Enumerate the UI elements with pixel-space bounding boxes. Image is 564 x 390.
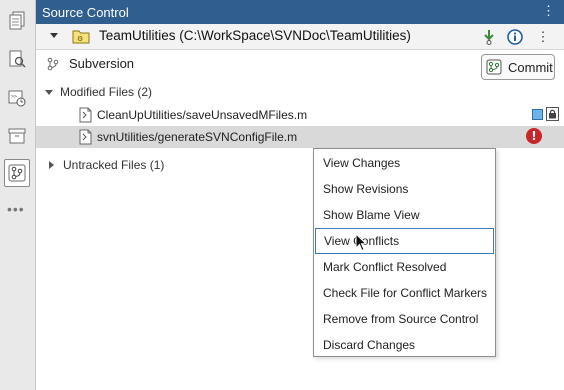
svg-text:>>: >>	[11, 94, 17, 100]
file-row[interactable]: svnUtilities/generateSVNConfigFile.m !	[36, 126, 564, 148]
expand-caret-icon[interactable]	[49, 161, 54, 169]
commit-icon	[486, 59, 502, 75]
menu-item-remove-from-source-control[interactable]: Remove from Source Control	[314, 306, 495, 332]
info-icon[interactable]	[505, 27, 525, 47]
panel-menu-icon[interactable]: ⋮	[542, 4, 555, 18]
vcs-label: Subversion	[69, 56, 135, 71]
branch-icon	[46, 57, 60, 74]
menu-item-mark-conflict-resolved[interactable]: Mark Conflict Resolved	[314, 254, 495, 280]
menu-item-view-changes[interactable]: View Changes	[314, 150, 495, 176]
modified-files-label: Modified Files (2)	[60, 85, 153, 99]
expand-caret-icon[interactable]	[45, 90, 53, 95]
files-icon[interactable]	[4, 6, 30, 34]
menu-item-check-conflict-markers[interactable]: Check File for Conflict Markers	[314, 280, 495, 306]
conflict-status-icon: !	[526, 128, 542, 144]
more-icon[interactable]: •••	[7, 201, 25, 217]
lock-icon[interactable]	[546, 107, 559, 121]
menu-item-discard-changes[interactable]: Discard Changes	[314, 332, 495, 358]
find-files-icon[interactable]	[4, 45, 30, 73]
folder-icon: ⚙	[72, 29, 90, 47]
mfile-icon	[79, 129, 92, 148]
update-icon[interactable]	[479, 27, 499, 47]
menu-item-show-blame-view[interactable]: Show Blame View	[314, 202, 495, 228]
file-name: svnUtilities/generateSVNConfigFile.m	[97, 130, 298, 144]
modified-status-icon	[532, 109, 543, 120]
activity-bar: >> •••	[0, 0, 36, 390]
file-name: CleanUpUtilities/saveUnsavedMFiles.m	[97, 108, 308, 122]
svg-text:⚙: ⚙	[77, 35, 83, 43]
panel-title-bar: Source Control ⋮	[36, 0, 564, 24]
untracked-files-label: Untracked Files (1)	[63, 158, 165, 172]
mouse-cursor-icon	[355, 233, 368, 252]
repository-label: TeamUtilities (C:\WorkSpace\SVNDoc\TeamU…	[99, 28, 411, 43]
context-menu: View Changes Show Revisions Show Blame V…	[313, 148, 496, 357]
commit-button[interactable]: Commit	[481, 54, 555, 80]
repository-menu-icon[interactable]: ⋮	[533, 27, 553, 47]
menu-item-show-revisions[interactable]: Show Revisions	[314, 176, 495, 202]
collapse-caret-icon[interactable]	[50, 33, 58, 38]
history-icon[interactable]: >>	[4, 84, 30, 112]
repository-row[interactable]: ⚙ TeamUtilities (C:\WorkSpace\SVNDoc\Tea…	[36, 24, 564, 50]
vcs-row: Subversion Commit	[36, 50, 564, 84]
archive-icon[interactable]	[4, 122, 30, 150]
mfile-icon	[79, 107, 92, 126]
source-control-icon[interactable]	[4, 159, 30, 187]
file-row[interactable]: CleanUpUtilities/saveUnsavedMFiles.m	[36, 104, 564, 126]
menu-item-view-conflicts[interactable]: View Conflicts	[315, 228, 494, 254]
commit-label: Commit	[508, 59, 553, 75]
panel-title: Source Control	[42, 4, 129, 20]
modified-files-group[interactable]: Modified Files (2)	[36, 82, 564, 104]
